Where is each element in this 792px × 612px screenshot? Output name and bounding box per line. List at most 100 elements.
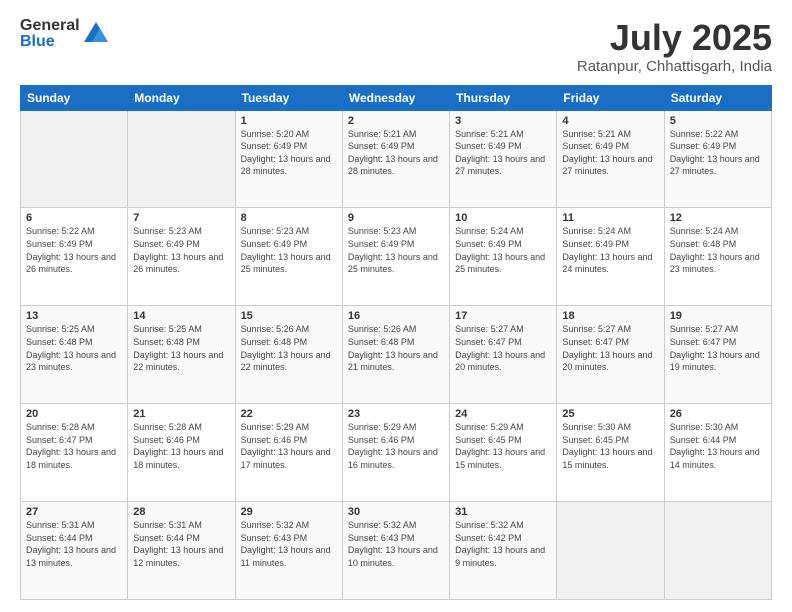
logo-blue: Blue [20,34,80,50]
page: General Blue July 2025 Ratanpur, Chhatti… [0,0,792,612]
day-info: Sunrise: 5:24 AMSunset: 6:49 PMDaylight:… [455,225,551,275]
day-info: Sunrise: 5:31 AMSunset: 6:44 PMDaylight:… [26,519,122,569]
col-sunday: Sunday [21,85,128,110]
calendar-cell: 6Sunrise: 5:22 AMSunset: 6:49 PMDaylight… [21,208,128,306]
day-info: Sunrise: 5:23 AMSunset: 6:49 PMDaylight:… [348,225,444,275]
col-friday: Friday [557,85,664,110]
day-number: 17 [455,310,551,322]
calendar-cell: 25Sunrise: 5:30 AMSunset: 6:45 PMDayligh… [557,404,664,502]
calendar-cell: 18Sunrise: 5:27 AMSunset: 6:47 PMDayligh… [557,306,664,404]
day-number: 30 [348,506,444,518]
day-info: Sunrise: 5:24 AMSunset: 6:48 PMDaylight:… [670,225,766,275]
day-info: Sunrise: 5:31 AMSunset: 6:44 PMDaylight:… [133,519,229,569]
day-info: Sunrise: 5:29 AMSunset: 6:46 PMDaylight:… [241,421,337,471]
calendar-cell: 4Sunrise: 5:21 AMSunset: 6:49 PMDaylight… [557,110,664,208]
calendar-cell [664,502,771,600]
day-number: 8 [241,212,337,224]
day-number: 29 [241,506,337,518]
calendar-cell [128,110,235,208]
day-info: Sunrise: 5:23 AMSunset: 6:49 PMDaylight:… [241,225,337,275]
day-info: Sunrise: 5:22 AMSunset: 6:49 PMDaylight:… [670,128,766,178]
day-number: 4 [562,115,658,127]
day-number: 14 [133,310,229,322]
col-monday: Monday [128,85,235,110]
day-number: 25 [562,408,658,420]
day-number: 3 [455,115,551,127]
day-info: Sunrise: 5:30 AMSunset: 6:45 PMDaylight:… [562,421,658,471]
calendar-cell: 13Sunrise: 5:25 AMSunset: 6:48 PMDayligh… [21,306,128,404]
week-row-1: 6Sunrise: 5:22 AMSunset: 6:49 PMDaylight… [21,208,772,306]
day-info: Sunrise: 5:23 AMSunset: 6:49 PMDaylight:… [133,225,229,275]
calendar-cell: 28Sunrise: 5:31 AMSunset: 6:44 PMDayligh… [128,502,235,600]
calendar-cell: 17Sunrise: 5:27 AMSunset: 6:47 PMDayligh… [450,306,557,404]
day-number: 22 [241,408,337,420]
col-thursday: Thursday [450,85,557,110]
day-info: Sunrise: 5:22 AMSunset: 6:49 PMDaylight:… [26,225,122,275]
day-info: Sunrise: 5:27 AMSunset: 6:47 PMDaylight:… [562,323,658,373]
week-row-2: 13Sunrise: 5:25 AMSunset: 6:48 PMDayligh… [21,306,772,404]
day-number: 10 [455,212,551,224]
day-number: 18 [562,310,658,322]
day-number: 5 [670,115,766,127]
day-info: Sunrise: 5:32 AMSunset: 6:42 PMDaylight:… [455,519,551,569]
week-row-0: 1Sunrise: 5:20 AMSunset: 6:49 PMDaylight… [21,110,772,208]
day-info: Sunrise: 5:32 AMSunset: 6:43 PMDaylight:… [241,519,337,569]
logo-general: General [20,18,80,34]
calendar-cell: 30Sunrise: 5:32 AMSunset: 6:43 PMDayligh… [342,502,449,600]
header-row: Sunday Monday Tuesday Wednesday Thursday… [21,85,772,110]
day-number: 15 [241,310,337,322]
day-info: Sunrise: 5:21 AMSunset: 6:49 PMDaylight:… [455,128,551,178]
col-saturday: Saturday [664,85,771,110]
calendar-cell: 5Sunrise: 5:22 AMSunset: 6:49 PMDaylight… [664,110,771,208]
day-number: 1 [241,115,337,127]
day-number: 27 [26,506,122,518]
day-info: Sunrise: 5:28 AMSunset: 6:46 PMDaylight:… [133,421,229,471]
day-number: 21 [133,408,229,420]
day-info: Sunrise: 5:21 AMSunset: 6:49 PMDaylight:… [562,128,658,178]
day-number: 12 [670,212,766,224]
calendar-cell [557,502,664,600]
col-wednesday: Wednesday [342,85,449,110]
calendar-cell: 23Sunrise: 5:29 AMSunset: 6:46 PMDayligh… [342,404,449,502]
calendar-cell: 29Sunrise: 5:32 AMSunset: 6:43 PMDayligh… [235,502,342,600]
calendar-cell: 21Sunrise: 5:28 AMSunset: 6:46 PMDayligh… [128,404,235,502]
day-number: 16 [348,310,444,322]
day-info: Sunrise: 5:27 AMSunset: 6:47 PMDaylight:… [670,323,766,373]
day-info: Sunrise: 5:20 AMSunset: 6:49 PMDaylight:… [241,128,337,178]
week-row-3: 20Sunrise: 5:28 AMSunset: 6:47 PMDayligh… [21,404,772,502]
day-number: 9 [348,212,444,224]
logo-icon [82,20,110,48]
calendar-cell [21,110,128,208]
day-info: Sunrise: 5:24 AMSunset: 6:49 PMDaylight:… [562,225,658,275]
calendar-cell: 19Sunrise: 5:27 AMSunset: 6:47 PMDayligh… [664,306,771,404]
calendar-cell: 20Sunrise: 5:28 AMSunset: 6:47 PMDayligh… [21,404,128,502]
calendar-cell: 26Sunrise: 5:30 AMSunset: 6:44 PMDayligh… [664,404,771,502]
calendar-cell: 14Sunrise: 5:25 AMSunset: 6:48 PMDayligh… [128,306,235,404]
day-number: 24 [455,408,551,420]
calendar-cell: 7Sunrise: 5:23 AMSunset: 6:49 PMDaylight… [128,208,235,306]
calendar-cell: 15Sunrise: 5:26 AMSunset: 6:48 PMDayligh… [235,306,342,404]
calendar-cell: 8Sunrise: 5:23 AMSunset: 6:49 PMDaylight… [235,208,342,306]
day-number: 2 [348,115,444,127]
day-number: 26 [670,408,766,420]
day-number: 31 [455,506,551,518]
logo-text: General Blue [20,18,80,50]
week-row-4: 27Sunrise: 5:31 AMSunset: 6:44 PMDayligh… [21,502,772,600]
day-number: 20 [26,408,122,420]
day-number: 19 [670,310,766,322]
calendar-cell: 9Sunrise: 5:23 AMSunset: 6:49 PMDaylight… [342,208,449,306]
calendar-cell: 10Sunrise: 5:24 AMSunset: 6:49 PMDayligh… [450,208,557,306]
col-tuesday: Tuesday [235,85,342,110]
title-area: July 2025 Ratanpur, Chhattisgarh, India [577,18,772,75]
calendar-cell: 12Sunrise: 5:24 AMSunset: 6:48 PMDayligh… [664,208,771,306]
month-title: July 2025 [577,18,772,58]
day-number: 28 [133,506,229,518]
calendar-header: Sunday Monday Tuesday Wednesday Thursday… [21,85,772,110]
day-number: 11 [562,212,658,224]
calendar-cell: 11Sunrise: 5:24 AMSunset: 6:49 PMDayligh… [557,208,664,306]
calendar-table: Sunday Monday Tuesday Wednesday Thursday… [20,85,772,600]
calendar-cell: 22Sunrise: 5:29 AMSunset: 6:46 PMDayligh… [235,404,342,502]
day-number: 6 [26,212,122,224]
day-info: Sunrise: 5:29 AMSunset: 6:45 PMDaylight:… [455,421,551,471]
calendar-cell: 16Sunrise: 5:26 AMSunset: 6:48 PMDayligh… [342,306,449,404]
